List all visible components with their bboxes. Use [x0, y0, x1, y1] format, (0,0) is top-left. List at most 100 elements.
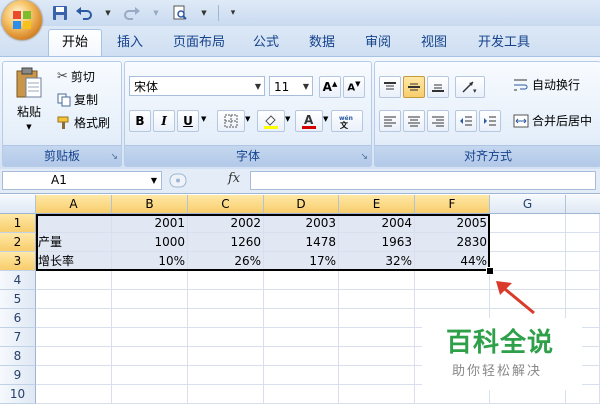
cell-e2[interactable]: 1963: [339, 233, 415, 252]
cell-d5[interactable]: [264, 290, 339, 309]
bold-button[interactable]: B: [129, 110, 151, 132]
name-box[interactable]: A1 ▼: [2, 171, 162, 190]
cell-h2[interactable]: [566, 233, 600, 252]
cell-e7[interactable]: [339, 328, 415, 347]
cell-f5[interactable]: [415, 290, 490, 309]
fill-color-button[interactable]: [257, 110, 285, 132]
row-header-3[interactable]: 3: [0, 252, 36, 271]
column-header-h[interactable]: [566, 195, 600, 214]
cell-d3[interactable]: 17%: [264, 252, 339, 271]
font-name-combo[interactable]: 宋体 ▼: [129, 76, 265, 96]
cell-b10[interactable]: [112, 385, 188, 404]
cell-f1[interactable]: 2005: [415, 214, 490, 233]
cell-e5[interactable]: [339, 290, 415, 309]
cell-e8[interactable]: [339, 347, 415, 366]
cell-d2[interactable]: 1478: [264, 233, 339, 252]
cell-e4[interactable]: [339, 271, 415, 290]
font-size-combo[interactable]: 11 ▼: [269, 76, 313, 96]
cell-b8[interactable]: [112, 347, 188, 366]
row-header-7[interactable]: 7: [0, 328, 36, 347]
cell-a1[interactable]: [36, 214, 112, 233]
cell-g3[interactable]: [490, 252, 566, 271]
align-top-button[interactable]: [379, 76, 401, 98]
font-launcher-icon[interactable]: ↘: [360, 152, 368, 162]
cell-c10[interactable]: [188, 385, 264, 404]
cell-c5[interactable]: [188, 290, 264, 309]
font-color-dropdown-icon[interactable]: ▼: [323, 115, 328, 123]
row-header-8[interactable]: 8: [0, 347, 36, 366]
column-header-a[interactable]: A: [36, 195, 112, 214]
cell-f2[interactable]: 2830: [415, 233, 490, 252]
cell-b5[interactable]: [112, 290, 188, 309]
shrink-font-button[interactable]: A▼: [343, 76, 365, 98]
cell-d9[interactable]: [264, 366, 339, 385]
cell-h4[interactable]: [566, 271, 600, 290]
undo-icon[interactable]: [74, 4, 94, 22]
cell-d1[interactable]: 2003: [264, 214, 339, 233]
print-preview-dropdown-icon[interactable]: ▼: [194, 4, 214, 22]
cell-c1[interactable]: 2002: [188, 214, 264, 233]
phonetic-button[interactable]: wén 文: [331, 110, 363, 132]
cell-a7[interactable]: [36, 328, 112, 347]
row-header-9[interactable]: 9: [0, 366, 36, 385]
fill-handle[interactable]: [486, 267, 494, 275]
tab-review[interactable]: 审阅: [358, 32, 398, 54]
clipboard-launcher-icon[interactable]: ↘: [110, 152, 118, 162]
cell-a6[interactable]: [36, 309, 112, 328]
cell-g2[interactable]: [490, 233, 566, 252]
tab-home[interactable]: 开始: [48, 29, 102, 56]
underline-dropdown-icon[interactable]: ▼: [201, 115, 206, 123]
cell-b9[interactable]: [112, 366, 188, 385]
cell-c2[interactable]: 1260: [188, 233, 264, 252]
italic-button[interactable]: I: [153, 110, 175, 132]
print-preview-icon[interactable]: [170, 4, 190, 22]
cell-b3[interactable]: 10%: [112, 252, 188, 271]
cell-f4[interactable]: [415, 271, 490, 290]
cell-e1[interactable]: 2004: [339, 214, 415, 233]
cell-d6[interactable]: [264, 309, 339, 328]
align-left-button[interactable]: [379, 110, 401, 132]
cell-h3[interactable]: [566, 252, 600, 271]
cell-e3[interactable]: 32%: [339, 252, 415, 271]
name-box-dropdown-icon[interactable]: ▼: [151, 172, 157, 189]
select-all-corner[interactable]: [0, 195, 36, 214]
cell-a2[interactable]: 产量: [36, 233, 112, 252]
tab-data[interactable]: 数据: [302, 32, 342, 54]
cell-g1[interactable]: [490, 214, 566, 233]
cell-d8[interactable]: [264, 347, 339, 366]
orientation-button[interactable]: ▾: [455, 76, 485, 98]
borders-dropdown-icon[interactable]: ▼: [245, 115, 250, 123]
column-header-d[interactable]: D: [264, 195, 339, 214]
font-color-button[interactable]: A: [295, 110, 323, 132]
align-right-button[interactable]: [427, 110, 449, 132]
align-middle-button[interactable]: [403, 76, 425, 98]
cell-e6[interactable]: [339, 309, 415, 328]
tab-formulas[interactable]: 公式: [246, 32, 286, 54]
cell-e9[interactable]: [339, 366, 415, 385]
cell-c6[interactable]: [188, 309, 264, 328]
paste-button[interactable]: 粘贴 ▼: [9, 66, 49, 131]
borders-button[interactable]: [217, 110, 245, 132]
cell-b7[interactable]: [112, 328, 188, 347]
save-icon[interactable]: [50, 4, 70, 22]
copy-button[interactable]: 复制: [57, 91, 98, 108]
wrap-text-button[interactable]: 自动换行: [513, 76, 580, 93]
grow-font-button[interactable]: A▲: [319, 76, 341, 98]
redo-icon[interactable]: [122, 4, 142, 22]
cell-c3[interactable]: 26%: [188, 252, 264, 271]
customize-icon[interactable]: ▾: [223, 4, 243, 22]
column-header-e[interactable]: E: [339, 195, 415, 214]
cell-f3[interactable]: 44%: [415, 252, 490, 271]
increase-indent-button[interactable]: [479, 110, 501, 132]
cell-b1[interactable]: 2001: [112, 214, 188, 233]
row-header-4[interactable]: 4: [0, 271, 36, 290]
cell-h1[interactable]: [566, 214, 600, 233]
decrease-indent-button[interactable]: [455, 110, 477, 132]
cut-button[interactable]: ✂ 剪切: [57, 68, 95, 85]
cell-b6[interactable]: [112, 309, 188, 328]
tab-developer[interactable]: 开发工具: [470, 32, 538, 54]
paste-dropdown-icon[interactable]: ▼: [26, 123, 31, 131]
row-header-1[interactable]: 1: [0, 214, 36, 233]
cell-c8[interactable]: [188, 347, 264, 366]
tab-view[interactable]: 视图: [414, 32, 454, 54]
